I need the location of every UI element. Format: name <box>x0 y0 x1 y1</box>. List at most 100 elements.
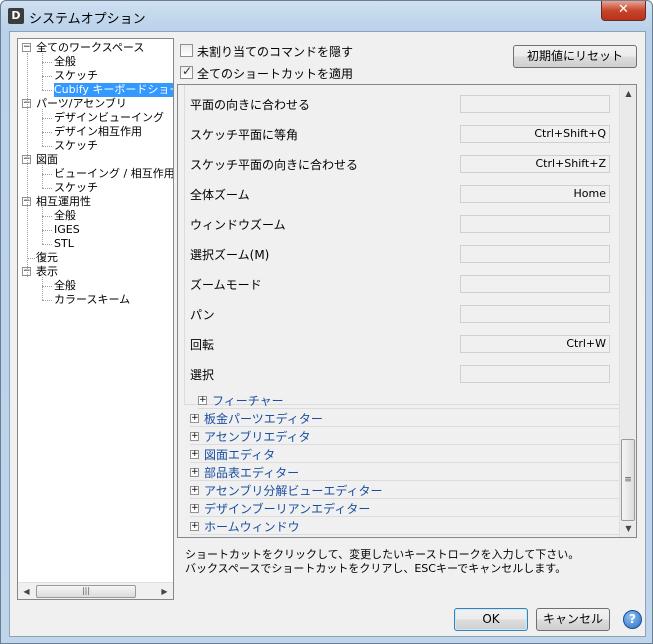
hide-unassigned-checkbox[interactable] <box>180 44 193 57</box>
tree-scroll-thumb[interactable]: ||| <box>36 585 136 598</box>
shortcut-key-field[interactable] <box>460 245 610 263</box>
tree-category[interactable]: 図面 <box>36 153 58 167</box>
reset-defaults-button[interactable]: 初期値にリセット <box>513 45 637 68</box>
tree-connector <box>42 90 52 91</box>
shortcut-command-label: スケッチ平面に等角 <box>190 128 299 142</box>
category-tree[interactable]: −全てのワークスペース全般スケッチCubify キーボードショートカット−パーツ… <box>17 38 174 600</box>
system-options-dialog: D システムオプション ✕ − 全てのワークスペース 全般 スケッチ Cubify キー… <box>0 0 653 644</box>
expand-plus-icon[interactable]: + <box>190 414 199 423</box>
scroll-right-icon[interactable]: ▶ <box>156 583 173 599</box>
tree-connector <box>42 286 52 287</box>
section-label: 図面エディタ <box>204 448 276 462</box>
tree-connector <box>42 146 52 147</box>
tree-connector <box>42 216 52 217</box>
section-label: アセンブリエディタ <box>204 430 311 444</box>
shortcut-section-header[interactable]: + アセンブリ分解ビューエディター <box>190 483 622 499</box>
shortcut-key-field[interactable]: Ctrl+Shift+Z <box>460 155 610 173</box>
tree-connector <box>42 118 52 119</box>
expand-plus-icon[interactable]: + <box>198 396 207 405</box>
tree-subitem[interactable]: 全般 <box>54 279 76 293</box>
apply-all-shortcuts-checkbox[interactable] <box>180 64 193 79</box>
tree-connector <box>42 76 52 77</box>
tree-category[interactable]: パーツ/アセンブリ <box>36 97 127 111</box>
tree-horizontal-scrollbar[interactable]: ◀ ||| ▶ <box>18 582 173 599</box>
cancel-button[interactable]: キャンセル <box>536 608 610 631</box>
tree-connector <box>27 258 35 259</box>
app-icon: D <box>8 8 24 24</box>
shortcut-command-label: パン <box>190 308 215 322</box>
tree-connector <box>42 109 43 146</box>
tree-collapse-icon[interactable]: − <box>22 43 31 52</box>
shortcut-command-label: 回転 <box>190 338 215 352</box>
shortcut-key-field[interactable]: Ctrl+Shift+Q <box>460 125 610 143</box>
section-label: ホームウィンドウ <box>204 520 300 534</box>
tree-category[interactable]: 相互運用性 <box>36 195 91 209</box>
scroll-up-icon[interactable]: ▲ <box>620 85 636 102</box>
tree-connector <box>42 277 43 300</box>
shortcut-section-header[interactable]: + フィーチャー <box>198 393 622 409</box>
shortcut-section-header[interactable]: + 部品表エディター <box>190 465 622 481</box>
help-icon[interactable]: ? <box>623 610 642 629</box>
window-title: システムオプション <box>29 12 146 27</box>
shortcut-section-header[interactable]: + 板金パーツエディター <box>190 411 622 427</box>
shortcut-command-label: 選択 <box>190 368 215 382</box>
tree-subitem[interactable]: ビューイング / 相互作用 <box>54 167 173 181</box>
shortcut-key-field[interactable] <box>460 365 610 383</box>
tree-subitem[interactable]: スケッチ <box>54 69 98 83</box>
tree-category[interactable]: 復元 <box>36 251 58 265</box>
tree-category[interactable]: 表示 <box>36 265 58 279</box>
shortcut-key-field[interactable] <box>460 275 610 293</box>
shortcut-key-field[interactable]: Home <box>460 185 610 203</box>
tree-connector <box>42 300 52 301</box>
tree-category[interactable]: 全てのワークスペース <box>36 41 144 55</box>
tree-subitem[interactable]: スケッチ <box>54 139 98 153</box>
shortcut-key-field[interactable] <box>460 95 610 113</box>
expand-plus-icon[interactable]: + <box>190 504 199 513</box>
tree-connector <box>27 53 28 277</box>
tree-subitem[interactable]: IGES <box>54 223 80 237</box>
section-label: 板金パーツエディター <box>204 412 323 426</box>
section-label: デザインブーリアンエディター <box>204 502 371 516</box>
dialog-client-area: −全てのワークスペース全般スケッチCubify キーボードショートカット−パーツ… <box>9 31 646 637</box>
section-label: アセンブリ分解ビューエディター <box>204 484 383 498</box>
tree-subitem[interactable]: デザイン相互作用 <box>54 125 142 139</box>
tree-subitem[interactable]: カラースキーム <box>54 293 130 307</box>
shortcut-command-label: ズームモード <box>190 278 262 292</box>
tree-subitem[interactable]: デザインビューイング <box>54 111 164 125</box>
shortcut-vertical-scrollbar[interactable]: ▲ ≡ ▼ <box>619 85 636 537</box>
expand-plus-icon[interactable]: + <box>190 522 199 531</box>
scroll-down-icon[interactable]: ▼ <box>620 520 636 537</box>
shortcut-key-field[interactable]: Ctrl+W <box>460 335 610 353</box>
tree-subitem[interactable]: STL <box>54 237 74 251</box>
tree-subitem[interactable]: 全般 <box>54 209 76 223</box>
tree-connector <box>42 174 52 175</box>
shortcut-command-label: 全体ズーム <box>190 188 250 202</box>
shortcut-section-header[interactable]: + デザインブーリアンエディター <box>190 501 622 517</box>
expand-plus-icon[interactable]: + <box>190 432 199 441</box>
tree-subitem[interactable]: Cubify キーボードショートカット <box>54 83 173 97</box>
shortcut-list-panel: 平面の向きに合わせる スケッチ平面に等角 Ctrl+Shift+Q スケッチ平面の向き… <box>177 84 637 538</box>
apply-all-shortcuts-label: 全てのショートカットを適用 <box>197 67 354 81</box>
shortcut-section-header[interactable]: + アセンブリエディタ <box>190 429 622 445</box>
tree-connector <box>42 62 52 63</box>
scroll-left-icon[interactable]: ◀ <box>18 583 35 599</box>
shortcut-scroll-thumb[interactable]: ≡ <box>621 439 635 521</box>
expand-plus-icon[interactable]: + <box>190 450 199 459</box>
shortcut-key-field[interactable] <box>460 305 610 323</box>
shortcut-section-header[interactable]: + ホームウィンドウ <box>190 519 622 535</box>
hint-line-2: バックスペースでショートカットをクリアし、ESCキーでキャンセルします。 <box>185 562 567 575</box>
tree-connector <box>42 165 43 188</box>
shortcut-section-header[interactable]: + 図面エディタ <box>190 447 622 463</box>
shortcut-key-field[interactable] <box>460 215 610 233</box>
expand-plus-icon[interactable]: + <box>190 486 199 495</box>
tree-subitem[interactable]: スケッチ <box>54 181 98 195</box>
tree-subitem[interactable]: 全般 <box>54 55 76 69</box>
close-button[interactable]: ✕ <box>601 1 646 21</box>
title-bar[interactable]: D システムオプション ✕ <box>1 1 652 31</box>
tree-connector <box>42 188 52 189</box>
tree-connector <box>42 244 52 245</box>
tree-connector <box>42 132 52 133</box>
ok-button[interactable]: OK <box>454 608 528 631</box>
expand-plus-icon[interactable]: + <box>190 468 199 477</box>
shortcut-command-label: ウィンドウズーム <box>190 218 286 232</box>
